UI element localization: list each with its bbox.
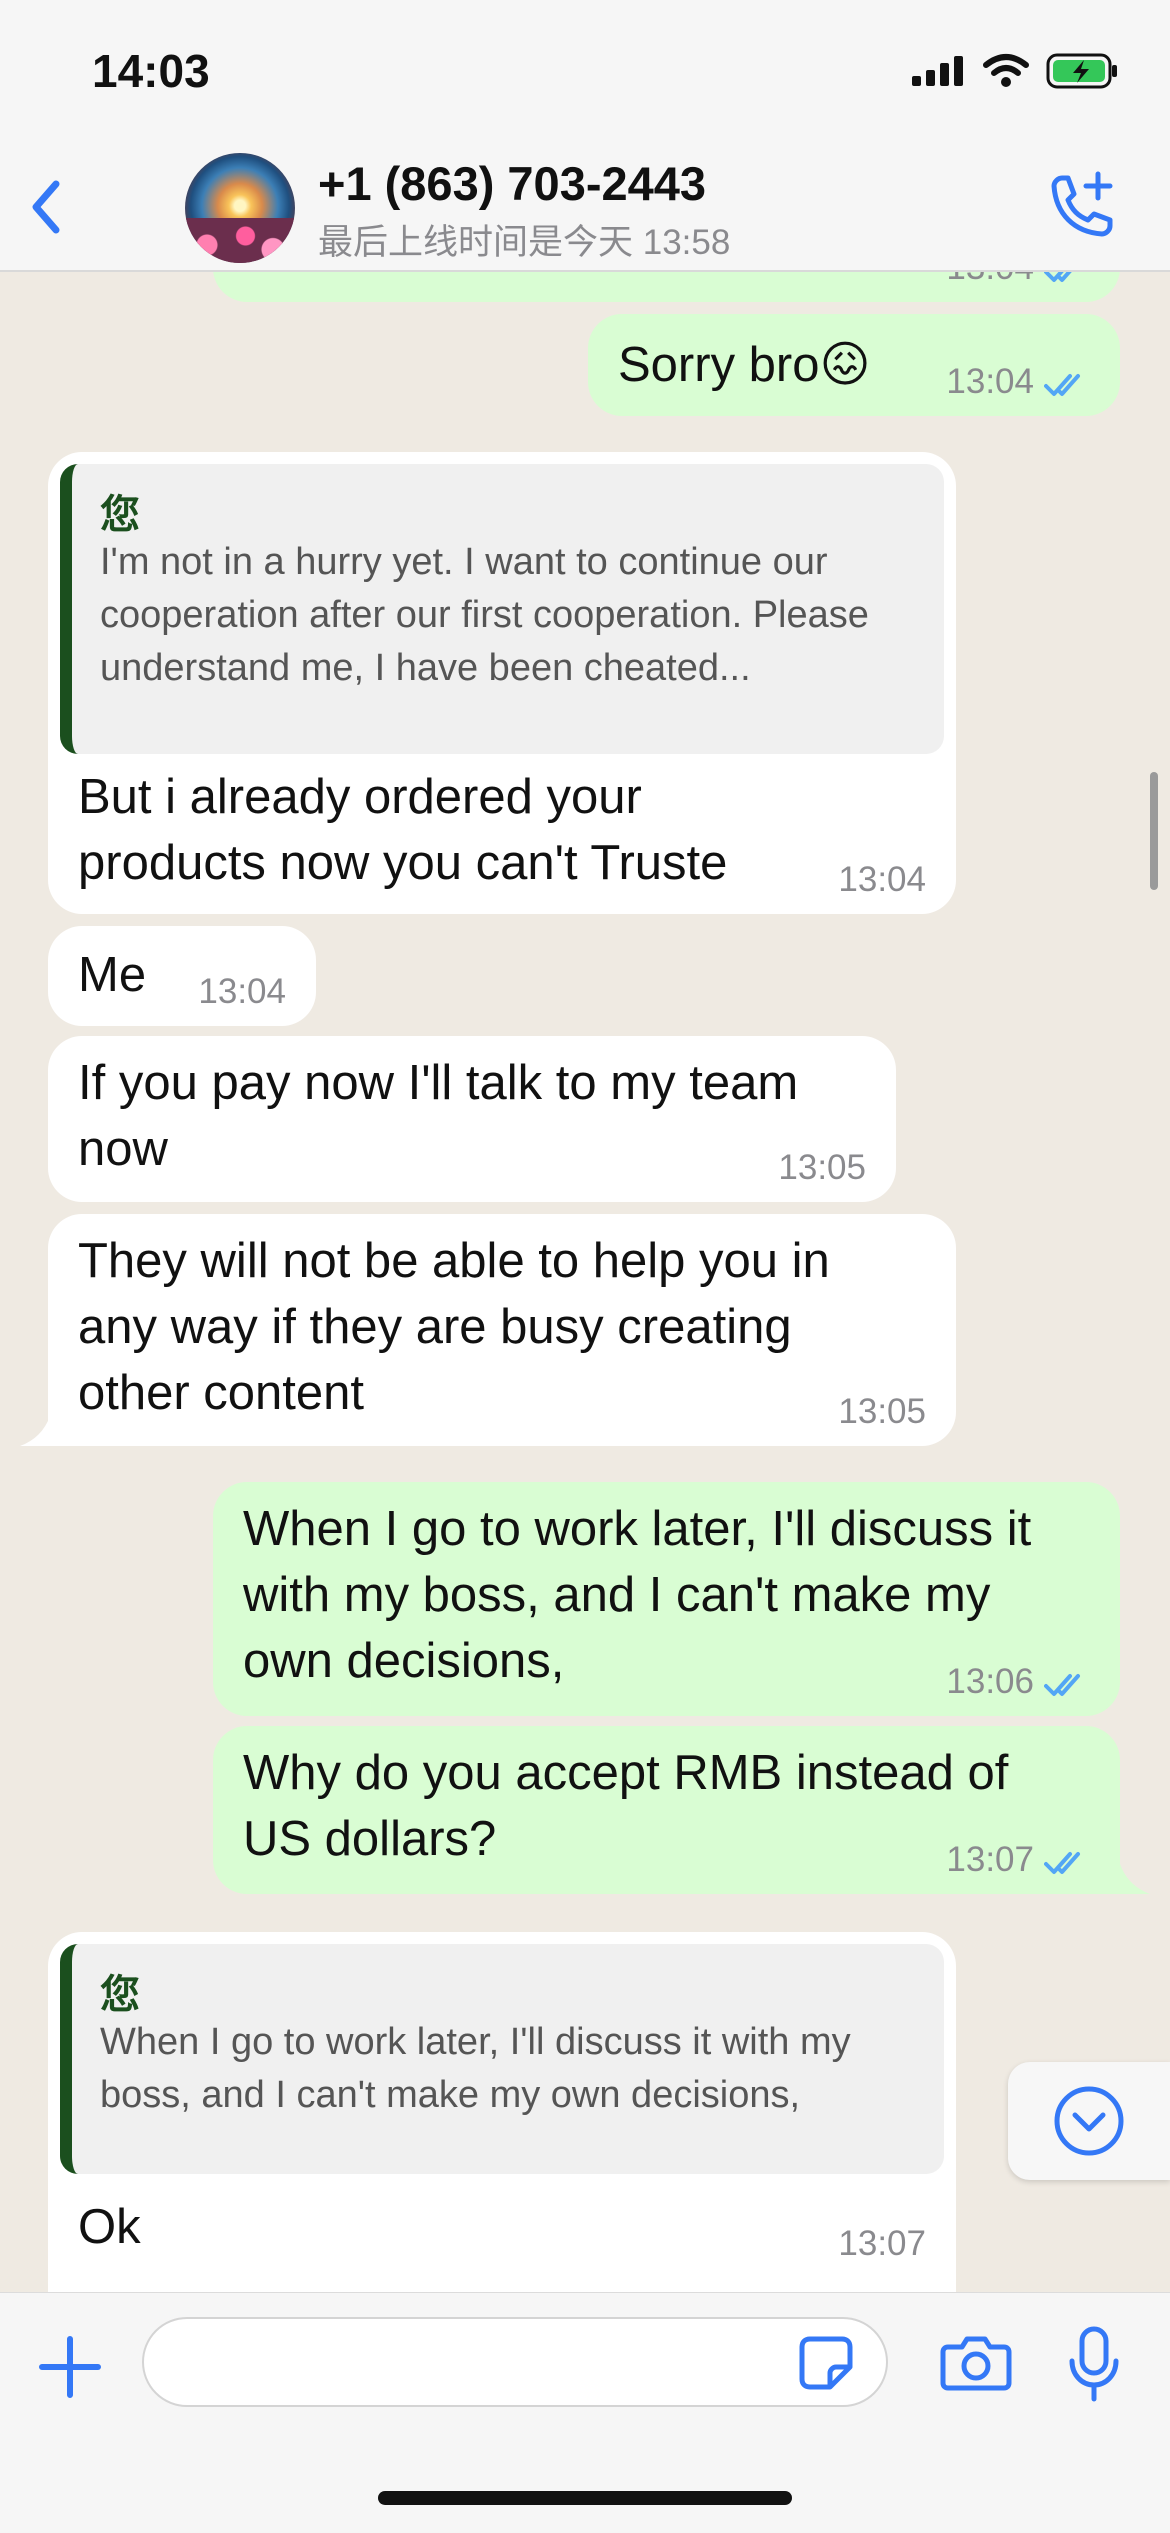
chat-header: +1 (863) 703-2443 最后上线时间是今天 13:58 bbox=[0, 150, 1170, 272]
call-add-icon[interactable] bbox=[1040, 168, 1120, 248]
message-text: Ok bbox=[78, 2200, 141, 2254]
plus-icon[interactable] bbox=[38, 2335, 102, 2399]
message-text: If you pay now I'll talk to my team now bbox=[78, 1056, 799, 1176]
message-bubble-incoming[interactable]: They will not be able to help you in any… bbox=[48, 1214, 956, 1446]
input-bar bbox=[0, 2292, 1170, 2533]
message-bubble-outgoing[interactable]: Sorry bro😖 13:04 bbox=[588, 314, 1120, 416]
avatar[interactable] bbox=[185, 153, 295, 263]
camera-icon[interactable] bbox=[940, 2333, 1012, 2393]
quote-text: I'm not in a hurry yet. I want to contin… bbox=[100, 541, 869, 689]
quoted-message[interactable]: 您 When I go to work later, I'll discuss … bbox=[60, 1944, 944, 2174]
home-indicator[interactable] bbox=[378, 2491, 792, 2505]
message-time: 13:04 bbox=[838, 860, 926, 899]
read-ticks-icon bbox=[1044, 272, 1072, 282]
sticker-icon[interactable] bbox=[796, 2333, 856, 2393]
wifi-icon bbox=[983, 54, 1029, 87]
message-time: 13:04 bbox=[198, 972, 286, 1011]
message-text: But i already ordered your products now … bbox=[78, 770, 728, 890]
signal-icon bbox=[912, 56, 963, 86]
quote-text: When I go to work later, I'll discuss it… bbox=[100, 2021, 851, 2116]
message-time: 13:05 bbox=[778, 1148, 866, 1187]
read-ticks-icon bbox=[1044, 1852, 1080, 1874]
message-bubble-outgoing[interactable]: 13:04 bbox=[213, 272, 1120, 302]
message-time: 13:05 bbox=[838, 1392, 926, 1431]
mic-icon[interactable] bbox=[1066, 2325, 1122, 2403]
message-time: 13:04 bbox=[946, 272, 1034, 288]
message-bubble-outgoing[interactable]: When I go to work later, I'll discuss it… bbox=[213, 1482, 1120, 1716]
back-icon[interactable] bbox=[22, 172, 72, 242]
status-icons bbox=[912, 52, 1120, 90]
message-time: 13:04 bbox=[946, 362, 1034, 401]
battery-icon bbox=[1046, 53, 1117, 89]
scrollbar[interactable] bbox=[1150, 772, 1158, 890]
message-input[interactable] bbox=[142, 2317, 888, 2407]
contact-name[interactable]: +1 (863) 703-2443 bbox=[318, 156, 706, 211]
message-bubble-incoming[interactable]: 您 I'm not in a hurry yet. I want to cont… bbox=[48, 452, 956, 914]
last-seen-status: 最后上线时间是今天 13:58 bbox=[318, 223, 731, 262]
read-ticks-icon bbox=[1044, 374, 1080, 396]
read-ticks-icon bbox=[1044, 1674, 1080, 1696]
avatar-image bbox=[185, 218, 295, 263]
chevron-down-icon bbox=[1054, 2086, 1124, 2156]
message-time: 13:06 bbox=[946, 1662, 1034, 1701]
message-bubble-outgoing[interactable]: Why do you accept RMB instead of US doll… bbox=[213, 1726, 1120, 1894]
status-bar: 14:03 bbox=[0, 0, 1170, 150]
message-time: 13:07 bbox=[838, 2224, 926, 2263]
message-bubble-incoming[interactable]: If you pay now I'll talk to my team now … bbox=[48, 1036, 896, 1202]
scroll-to-bottom-button[interactable] bbox=[1008, 2062, 1170, 2180]
status-time: 14:03 bbox=[92, 45, 210, 97]
message-bubble-incoming[interactable]: 您 When I go to work later, I'll discuss … bbox=[48, 1932, 956, 2292]
message-time: 13:07 bbox=[946, 1840, 1034, 1879]
quoted-message[interactable]: 您 I'm not in a hurry yet. I want to cont… bbox=[60, 464, 944, 754]
bubble-tail bbox=[1120, 1864, 1150, 1894]
message-text: They will not be able to help you in any… bbox=[78, 1234, 830, 1420]
bubble-tail bbox=[20, 1416, 50, 1446]
chat-messages[interactable]: 13:04 Sorry bro😖 13:04 您 I'm not in a hu… bbox=[0, 272, 1170, 2292]
message-bubble-incoming[interactable]: Me 13:04 bbox=[48, 926, 316, 1026]
